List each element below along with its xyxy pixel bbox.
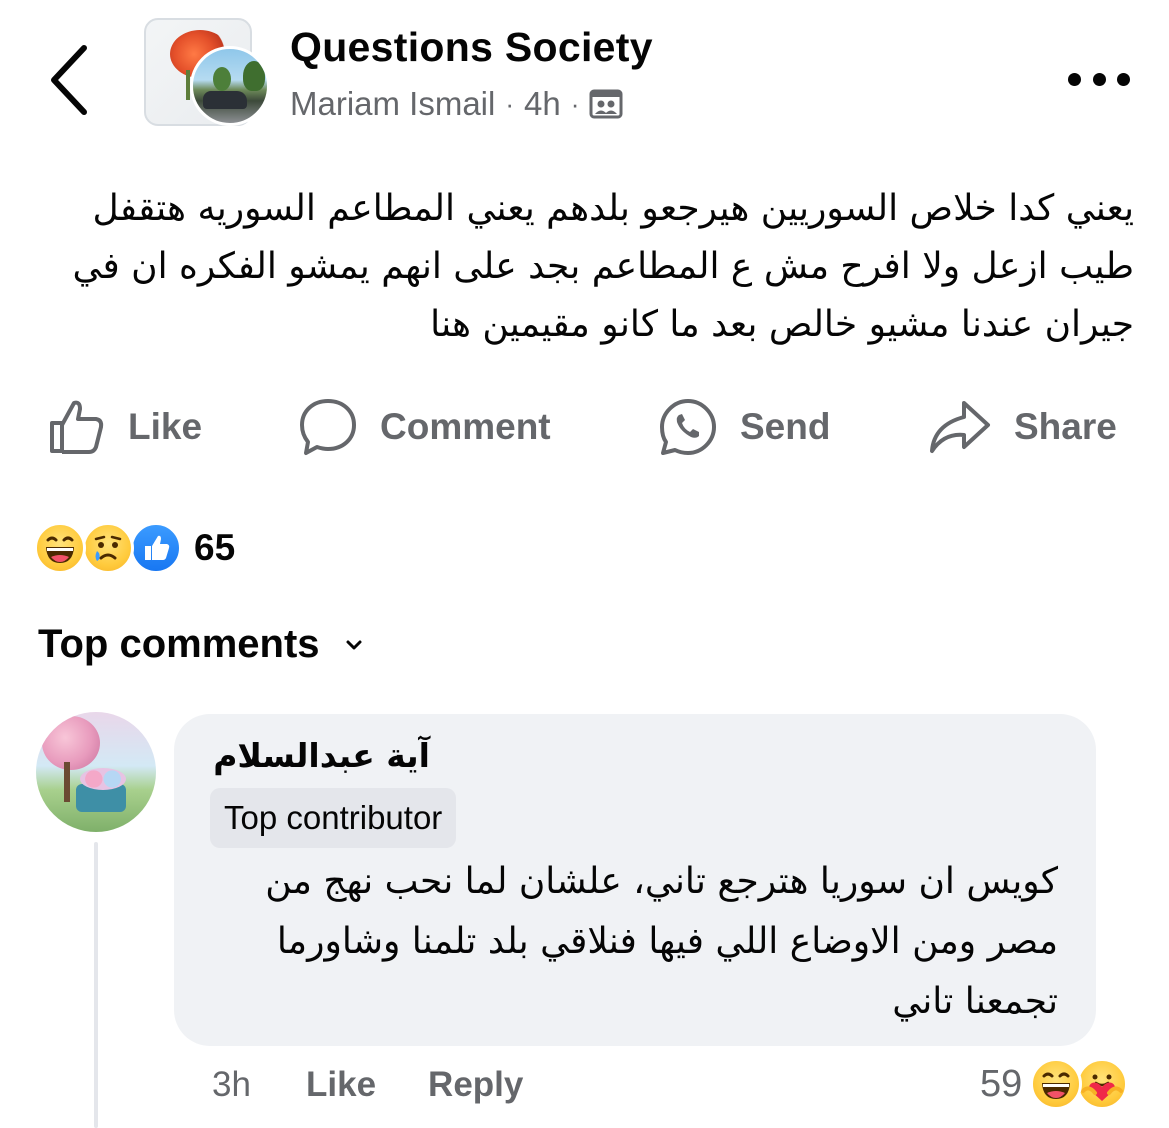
post-meta: Mariam Ismail · 4h · xyxy=(290,84,623,124)
comment-reply-button[interactable]: Reply xyxy=(428,1065,523,1105)
send-label: Send xyxy=(740,406,831,447)
comment-time[interactable]: 3h xyxy=(212,1065,306,1105)
share-arrow-icon xyxy=(930,401,990,453)
dot xyxy=(1117,72,1130,86)
commenter-avatar[interactable] xyxy=(36,712,156,832)
commenter-name[interactable]: آية عبدالسلام xyxy=(200,736,430,775)
author-name[interactable]: Mariam Ismail xyxy=(290,85,495,123)
meta-separator: · xyxy=(505,88,515,119)
chevron-left-icon xyxy=(51,45,87,115)
like-button[interactable]: Like xyxy=(46,392,202,462)
comment-reaction-count: 59 xyxy=(980,1062,1023,1105)
comment-button[interactable]: Comment xyxy=(298,392,551,462)
reactions-summary[interactable]: 65 xyxy=(34,520,235,576)
comment-footer: 3h Like Reply xyxy=(212,1060,575,1110)
like-label: Like xyxy=(128,406,203,447)
comment-reaction-icons xyxy=(1030,1058,1130,1110)
post-avatar[interactable] xyxy=(144,18,272,128)
comment-bubble-icon xyxy=(300,399,356,455)
author-avatar[interactable] xyxy=(190,46,270,126)
haha-reaction-icon xyxy=(1030,1058,1083,1110)
avatar-tree xyxy=(243,61,265,91)
back-button[interactable] xyxy=(40,38,100,122)
avatar-blossom-tree xyxy=(42,716,100,770)
avatar-car xyxy=(203,91,247,109)
post-actions: Like Comment Send Share xyxy=(0,392,1169,462)
more-options-button[interactable] xyxy=(1068,62,1130,96)
avatar-flowers xyxy=(80,768,126,790)
post-page: Questions Society Mariam Ismail · 4h · ي… xyxy=(0,0,1169,1128)
share-label: Share xyxy=(1014,406,1117,447)
comment-reactions[interactable]: 59 xyxy=(980,1054,1130,1114)
like-reaction-icon xyxy=(130,522,182,574)
chevron-down-icon xyxy=(346,640,362,649)
sad-reaction-icon xyxy=(82,522,134,574)
dot xyxy=(1092,72,1106,86)
post-text: يعني كدا خلاص السوريين هيرجعو بلدهم يعني… xyxy=(72,188,1135,345)
whatsapp-icon xyxy=(660,399,716,455)
share-button[interactable]: Share xyxy=(928,392,1117,462)
group-name[interactable]: Questions Society xyxy=(290,24,653,71)
comment-sort-dropdown[interactable]: Top comments xyxy=(38,622,364,667)
comment-like-button[interactable]: Like xyxy=(306,1065,376,1105)
haha-reaction-icon xyxy=(34,522,86,574)
top-contributor-badge[interactable]: Top contributor xyxy=(210,788,457,848)
meta-separator: · xyxy=(570,88,580,119)
dot xyxy=(1068,72,1081,86)
comment-text: كويس ان سوريا هترجع تاني، علشان لما نحب … xyxy=(265,861,1058,1022)
care-reaction-icon xyxy=(1076,1058,1129,1110)
comment-thread-line xyxy=(94,842,98,1128)
reaction-count: 65 xyxy=(194,527,236,568)
comment-sort-label: Top comments xyxy=(38,622,320,666)
post-time[interactable]: 4h xyxy=(524,85,561,123)
comment-label: Comment xyxy=(380,406,551,447)
group-members-icon xyxy=(589,88,623,120)
thumbs-up-icon xyxy=(50,400,104,454)
reaction-icons xyxy=(34,522,184,574)
avatar-tree-trunk xyxy=(64,762,70,802)
send-button[interactable]: Send xyxy=(658,392,830,462)
avatar-tree xyxy=(213,67,231,91)
